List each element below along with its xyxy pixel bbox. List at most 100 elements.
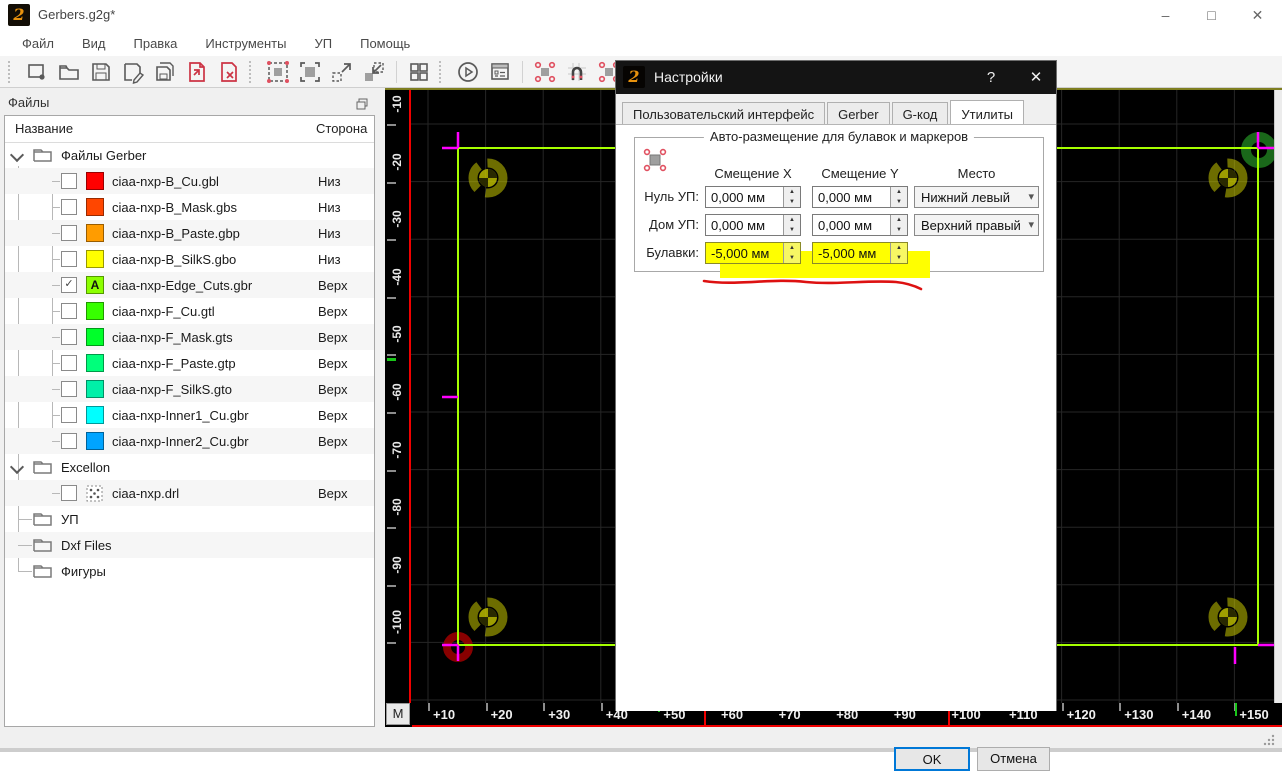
layer-checkbox[interactable] [61, 407, 77, 423]
tree-file-row[interactable]: ciaa-nxp-B_Paste.gbp Низ [5, 220, 374, 246]
menu-item-правка[interactable]: Правка [122, 33, 190, 54]
tree-file-row[interactable]: ciaa-nxp-B_SilkS.gbo Низ [5, 246, 374, 272]
save-icon[interactable] [89, 60, 113, 84]
layer-color-swatch[interactable] [86, 172, 104, 190]
spin-down-icon[interactable]: ▼ [891, 225, 907, 235]
tree-file-row[interactable]: ciaa-nxp-F_SilkS.gto Верх [5, 376, 374, 402]
layer-checkbox[interactable]: ✓ [61, 277, 77, 293]
dialog-help-button[interactable]: ? [971, 61, 1011, 94]
dialog-close-button[interactable]: ✕ [1016, 61, 1056, 94]
vertical-scrollbar[interactable] [1274, 88, 1282, 703]
save-all-icon[interactable] [153, 60, 177, 84]
tree-folder-row[interactable]: Excellon [5, 454, 374, 480]
layer-color-swatch[interactable] [86, 302, 104, 320]
tree-folder-row[interactable]: Dxf Files [5, 532, 374, 558]
toolbar-handle[interactable] [8, 60, 16, 83]
tree-file-row[interactable]: ciaa-nxp-F_Mask.gts Верх [5, 324, 374, 350]
tree-file-row[interactable]: ciaa-nxp-Inner2_Cu.gbr Верх [5, 428, 374, 454]
spin-arrows[interactable]: ▲ ▼ [890, 215, 907, 235]
spin-down-icon[interactable]: ▼ [784, 225, 800, 235]
spin-up-icon[interactable]: ▲ [891, 215, 907, 225]
job-form-icon[interactable] [488, 60, 512, 84]
offset-x-spinbox[interactable]: 0,000 мм ▲ ▼ [705, 186, 801, 208]
spin-down-icon[interactable]: ▼ [891, 197, 907, 207]
spin-up-icon[interactable]: ▲ [784, 243, 800, 253]
tree-folder-row[interactable]: УП [5, 506, 374, 532]
offset-x-spinbox[interactable]: 0,000 мм ▲ ▼ [705, 214, 801, 236]
ok-button[interactable]: OK [894, 747, 970, 771]
menu-item-вид[interactable]: Вид [70, 33, 118, 54]
layer-color-swatch[interactable] [86, 406, 104, 424]
save-as-icon[interactable] [121, 60, 145, 84]
place-dropdown[interactable]: Верхний правый ▾ [914, 214, 1039, 236]
layer-checkbox[interactable] [61, 329, 77, 345]
zoom-fit-icon[interactable] [266, 60, 290, 84]
zoom-window-icon[interactable] [298, 60, 322, 84]
spin-value[interactable]: 0,000 мм [711, 218, 765, 233]
offset-x-spinbox[interactable]: -5,000 мм ▲ ▼ [705, 242, 801, 264]
menu-item-помощь[interactable]: Помощь [348, 33, 422, 54]
tile-views-icon[interactable] [407, 60, 431, 84]
offset-y-spinbox[interactable]: 0,000 мм ▲ ▼ [812, 214, 908, 236]
toolbar-handle[interactable] [439, 60, 447, 83]
tree-file-row[interactable]: ✓ Aciaa-nxp-Edge_Cuts.gbr Верх [5, 272, 374, 298]
tree-file-row[interactable]: ciaa-nxp.drl Верх [5, 480, 374, 506]
menu-item-уп[interactable]: УП [302, 33, 344, 54]
tree-folder-row[interactable]: Фигуры [5, 558, 374, 584]
spin-up-icon[interactable]: ▲ [891, 243, 907, 253]
spin-down-icon[interactable]: ▼ [784, 253, 800, 263]
tree-file-row[interactable]: ciaa-nxp-F_Paste.gtp Верх [5, 350, 374, 376]
menu-item-инструменты[interactable]: Инструменты [193, 33, 298, 54]
layer-color-swatch[interactable] [86, 432, 104, 450]
cancel-button[interactable]: Отмена [977, 747, 1050, 771]
zoom-in-selection-icon[interactable] [362, 60, 386, 84]
layer-checkbox[interactable] [61, 251, 77, 267]
layer-checkbox[interactable] [61, 225, 77, 241]
corner-markers-icon[interactable] [533, 60, 557, 84]
layer-checkbox[interactable] [61, 485, 77, 501]
dialog-title-bar[interactable]: 2 Настройки ? ✕ [616, 61, 1056, 94]
spin-value[interactable]: 0,000 мм [818, 218, 872, 233]
tree-file-row[interactable]: ciaa-nxp-B_Cu.gbl Низ [5, 168, 374, 194]
layer-checkbox[interactable] [61, 355, 77, 371]
tree-file-row[interactable]: ciaa-nxp-F_Cu.gtl Верх [5, 298, 374, 324]
offset-y-spinbox[interactable]: 0,000 мм ▲ ▼ [812, 186, 908, 208]
snap-magnet-icon[interactable] [565, 60, 589, 84]
layer-color-swatch[interactable]: A [86, 276, 104, 294]
tab-g-код[interactable]: G-код [891, 102, 949, 126]
run-icon[interactable] [456, 60, 480, 84]
chevron-down-icon[interactable] [9, 147, 25, 163]
close-file-red-icon[interactable] [217, 60, 241, 84]
offset-y-spinbox[interactable]: -5,000 мм ▲ ▼ [812, 242, 908, 264]
layer-checkbox[interactable] [61, 173, 77, 189]
place-dropdown[interactable]: Нижний левый ▾ [914, 186, 1039, 208]
tree-file-row[interactable]: ciaa-nxp-Inner1_Cu.gbr Верх [5, 402, 374, 428]
spin-up-icon[interactable]: ▲ [784, 187, 800, 197]
spin-down-icon[interactable]: ▼ [784, 197, 800, 207]
spin-up-icon[interactable]: ▲ [784, 215, 800, 225]
tab-утилиты[interactable]: Утилиты [950, 100, 1024, 124]
ruler-units-button[interactable]: M [386, 703, 410, 725]
layer-color-swatch[interactable] [86, 250, 104, 268]
zoom-out-selection-icon[interactable] [330, 60, 354, 84]
tree-file-row[interactable]: ciaa-nxp-B_Mask.gbs Низ [5, 194, 374, 220]
maximize-button[interactable]: □ [1189, 0, 1234, 30]
layer-color-swatch[interactable] [86, 328, 104, 346]
layer-color-swatch[interactable] [86, 354, 104, 372]
spin-arrows[interactable]: ▲ ▼ [783, 187, 800, 207]
layer-checkbox[interactable] [61, 199, 77, 215]
layer-color-swatch[interactable] [86, 224, 104, 242]
close-button[interactable]: ✕ [1235, 0, 1280, 30]
resize-grip[interactable] [1262, 733, 1276, 747]
spin-value[interactable]: 0,000 мм [818, 190, 872, 205]
panel-float-icon[interactable] [356, 97, 368, 115]
tab-пользовательский-интерфейс[interactable]: Пользовательский интерфейс [622, 102, 826, 126]
layer-color-swatch[interactable] [86, 380, 104, 398]
spin-arrows[interactable]: ▲ ▼ [890, 187, 907, 207]
layer-color-swatch[interactable] [86, 198, 104, 216]
spin-value[interactable]: -5,000 мм [711, 246, 769, 261]
menu-item-файл[interactable]: Файл [10, 33, 66, 54]
new-file-icon[interactable] [25, 60, 49, 84]
spin-arrows[interactable]: ▲ ▼ [783, 243, 800, 263]
spin-up-icon[interactable]: ▲ [891, 187, 907, 197]
